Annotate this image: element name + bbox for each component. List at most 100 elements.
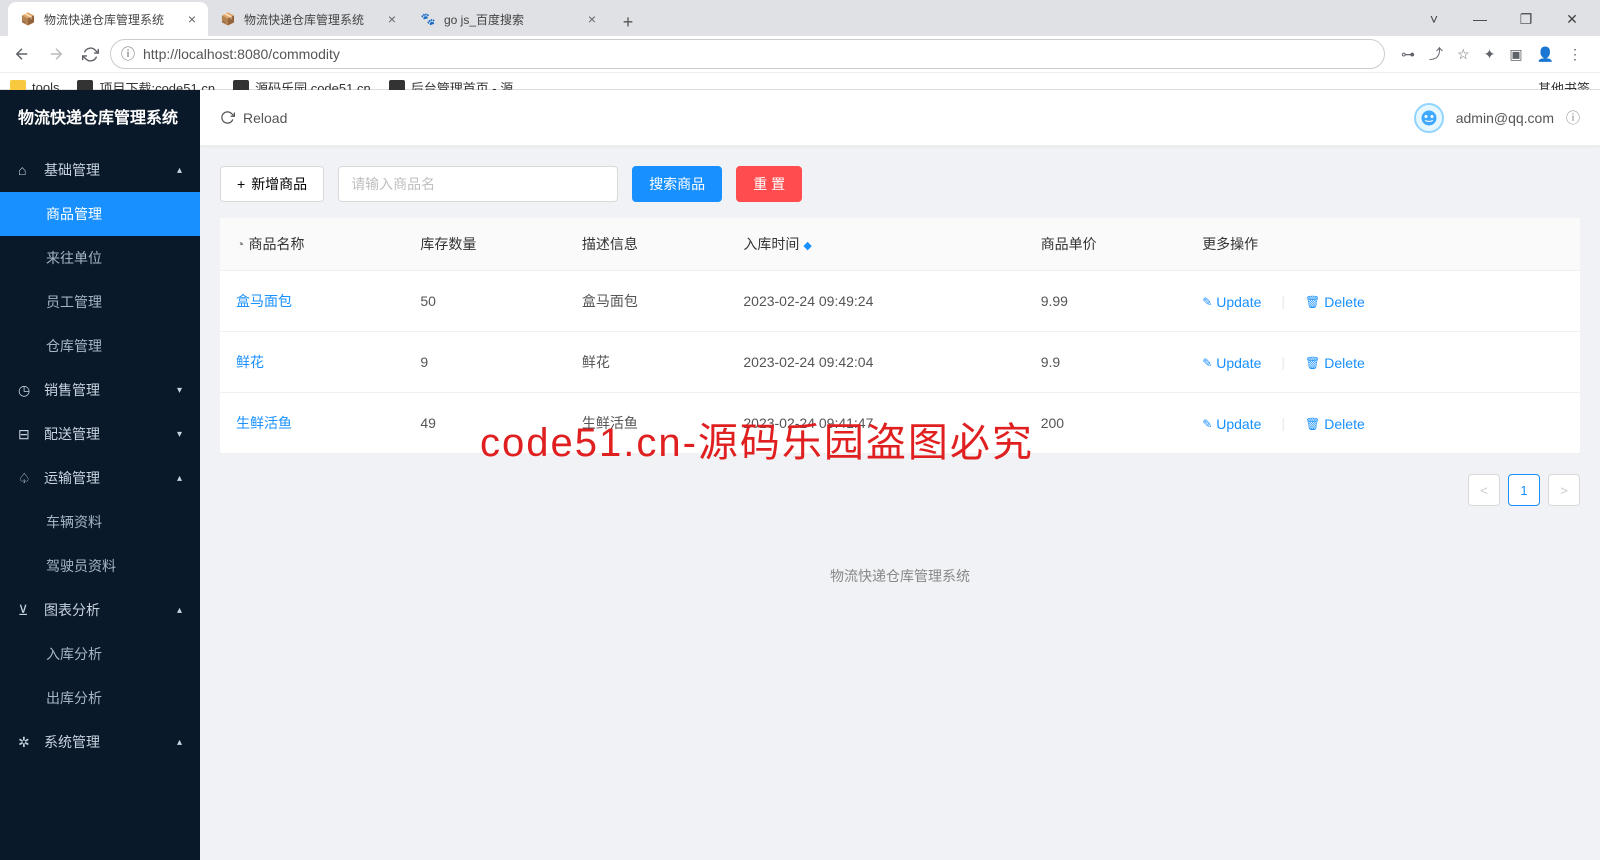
- table-header-row: ◔商品名称 库存数量 描述信息 入库时间◆ 商品单价 更多操作: [220, 218, 1580, 271]
- delete-link[interactable]: 🗑Delete: [1305, 294, 1365, 310]
- search-input[interactable]: [338, 166, 618, 202]
- delete-link[interactable]: 🗑Delete: [1305, 416, 1365, 432]
- chevron-up-icon: ▴: [177, 473, 182, 484]
- browser-tab-1[interactable]: 📦 物流快递仓库管理系统 ×: [208, 2, 408, 36]
- sidebar-item-warehouse[interactable]: 仓库管理: [0, 324, 200, 368]
- chevron-down-icon[interactable]: ˅: [1420, 11, 1448, 27]
- browser-chrome: 📦 物流快递仓库管理系统 × 📦 物流快递仓库管理系统 × 🐾 go js_百度…: [0, 0, 1600, 90]
- sidebar-item-inbound[interactable]: 入库分析: [0, 632, 200, 676]
- th-desc: 描述信息: [566, 218, 728, 271]
- cell-name[interactable]: 生鲜活鱼: [220, 393, 404, 454]
- key-icon[interactable]: ⊶: [1401, 46, 1415, 63]
- search-label: 搜索商品: [649, 174, 705, 194]
- box-icon: ⊟: [18, 426, 34, 443]
- forward-button[interactable]: [42, 40, 70, 68]
- sidebar-item-outbound[interactable]: 出库分析: [0, 676, 200, 720]
- profile-icon[interactable]: 👤: [1537, 46, 1554, 63]
- tab-title: 物流快递仓库管理系统: [244, 11, 380, 28]
- close-icon[interactable]: ×: [388, 11, 396, 27]
- menu-head-system[interactable]: ✲ 系统管理 ▴: [0, 720, 200, 764]
- update-link[interactable]: ✎Update: [1202, 355, 1261, 371]
- close-icon[interactable]: ×: [188, 11, 196, 27]
- add-button[interactable]: + 新增商品: [220, 166, 324, 202]
- sidebar-item-vehicle[interactable]: 车辆资料: [0, 500, 200, 544]
- cell-qty: 49: [404, 393, 566, 454]
- browser-tab-0[interactable]: 📦 物流快递仓库管理系统 ×: [8, 2, 208, 36]
- menu-head-basic[interactable]: ⌂ 基础管理 ▴: [0, 148, 200, 192]
- menu-icon[interactable]: ⋮: [1568, 46, 1582, 63]
- divider: |: [1281, 293, 1285, 309]
- help-icon[interactable]: ⓘ: [1566, 108, 1580, 128]
- menu-label: 图表分析: [44, 600, 167, 620]
- sidebar-item-commodity[interactable]: 商品管理: [0, 192, 200, 236]
- cell-price: 200: [1025, 393, 1187, 454]
- home-icon: ⌂: [18, 162, 34, 178]
- close-window-icon[interactable]: ✕: [1558, 11, 1586, 28]
- cell-time: 2023-02-24 09:41:47: [727, 393, 1024, 454]
- new-tab-button[interactable]: +: [614, 8, 642, 36]
- back-button[interactable]: [8, 40, 36, 68]
- search-button[interactable]: 搜索商品: [632, 166, 722, 202]
- maximize-icon[interactable]: ❐: [1512, 11, 1540, 28]
- menu-head-transport[interactable]: ♤ 运输管理 ▴: [0, 456, 200, 500]
- table: ◔商品名称 库存数量 描述信息 入库时间◆ 商品单价 更多操作 盒马面包50盒马…: [220, 218, 1580, 454]
- pagination: < 1 >: [220, 474, 1580, 506]
- submenu-label: 仓库管理: [46, 336, 102, 356]
- table-row: 鲜花9鲜花2023-02-24 09:42:049.9✎Update|🗑Dele…: [220, 332, 1580, 393]
- minimize-icon[interactable]: —: [1466, 11, 1494, 27]
- edit-icon: ✎: [1202, 356, 1212, 370]
- page-prev[interactable]: <: [1468, 474, 1500, 506]
- page-current[interactable]: 1: [1508, 474, 1540, 506]
- cell-price: 9.9: [1025, 332, 1187, 393]
- gear-icon: ✲: [18, 734, 34, 751]
- browser-tab-2[interactable]: 🐾 go js_百度搜索 ×: [408, 2, 608, 36]
- main: Reload admin@qq.com ⓘ + 新增商品 搜索商品 重 置: [200, 90, 1600, 860]
- user-email[interactable]: admin@qq.com: [1456, 110, 1554, 126]
- extension-icon[interactable]: ✦: [1484, 46, 1496, 63]
- submenu-label: 来往单位: [46, 248, 102, 268]
- submenu-label: 员工管理: [46, 292, 102, 312]
- cell-name[interactable]: 盒马面包: [220, 271, 404, 332]
- update-link[interactable]: ✎Update: [1202, 294, 1261, 310]
- sidebar-item-partner[interactable]: 来往单位: [0, 236, 200, 280]
- avatar[interactable]: [1414, 103, 1444, 133]
- content: + 新增商品 搜索商品 重 置 ◔商品名称 库存数量 描述信息 入库时间◆: [200, 146, 1600, 860]
- reload-link[interactable]: Reload: [220, 110, 287, 126]
- submenu-label: 入库分析: [46, 644, 102, 664]
- th-time[interactable]: 入库时间◆: [727, 218, 1024, 271]
- trash-icon: 🗑: [1305, 356, 1320, 370]
- info-icon: ⓘ: [121, 44, 135, 64]
- reload-button[interactable]: [76, 40, 104, 68]
- page-next[interactable]: >: [1548, 474, 1580, 506]
- url-input[interactable]: ⓘ http://localhost:8080/commodity: [110, 39, 1385, 69]
- star-icon[interactable]: ☆: [1457, 46, 1470, 63]
- update-link[interactable]: ✎Update: [1202, 416, 1261, 432]
- chevron-up-icon: ▴: [177, 737, 182, 748]
- edit-icon: ✎: [1202, 417, 1212, 431]
- share-icon[interactable]: ⤴: [1429, 44, 1443, 64]
- submenu-label: 驾驶员资料: [46, 556, 116, 576]
- menu-group-delivery: ⊟ 配送管理 ▾: [0, 412, 200, 456]
- menu-group-chart: ⊻ 图表分析 ▴ 入库分析 出库分析: [0, 588, 200, 720]
- menu-head-chart[interactable]: ⊻ 图表分析 ▴: [0, 588, 200, 632]
- sidebar-item-staff[interactable]: 员工管理: [0, 280, 200, 324]
- menu-group-transport: ♤ 运输管理 ▴ 车辆资料 驾驶员资料: [0, 456, 200, 588]
- reset-label: 重 置: [753, 174, 785, 194]
- sidebar-item-driver[interactable]: 驾驶员资料: [0, 544, 200, 588]
- reset-button[interactable]: 重 置: [736, 166, 802, 202]
- delete-link[interactable]: 🗑Delete: [1305, 355, 1365, 371]
- menu-head-delivery[interactable]: ⊟ 配送管理 ▾: [0, 412, 200, 456]
- table-row: 生鲜活鱼49生鲜活鱼2023-02-24 09:41:47200✎Update|…: [220, 393, 1580, 454]
- close-icon[interactable]: ×: [588, 11, 596, 27]
- footer-text: 物流快递仓库管理系统: [220, 566, 1580, 586]
- divider: |: [1281, 415, 1285, 431]
- cell-actions: ✎Update | 🗑Delete: [1186, 393, 1580, 454]
- puzzle-icon[interactable]: ▣: [1509, 46, 1522, 63]
- address-icons: ⊶ ⤴ ☆ ✦ ▣ 👤 ⋮: [1391, 44, 1592, 64]
- clock-icon: ◷: [18, 382, 34, 399]
- menu-head-sales[interactable]: ◷ 销售管理 ▾: [0, 368, 200, 412]
- cell-name[interactable]: 鲜花: [220, 332, 404, 393]
- bell-icon: ♤: [18, 470, 34, 487]
- topbar-right: admin@qq.com ⓘ: [1414, 103, 1580, 133]
- divider: |: [1281, 354, 1285, 370]
